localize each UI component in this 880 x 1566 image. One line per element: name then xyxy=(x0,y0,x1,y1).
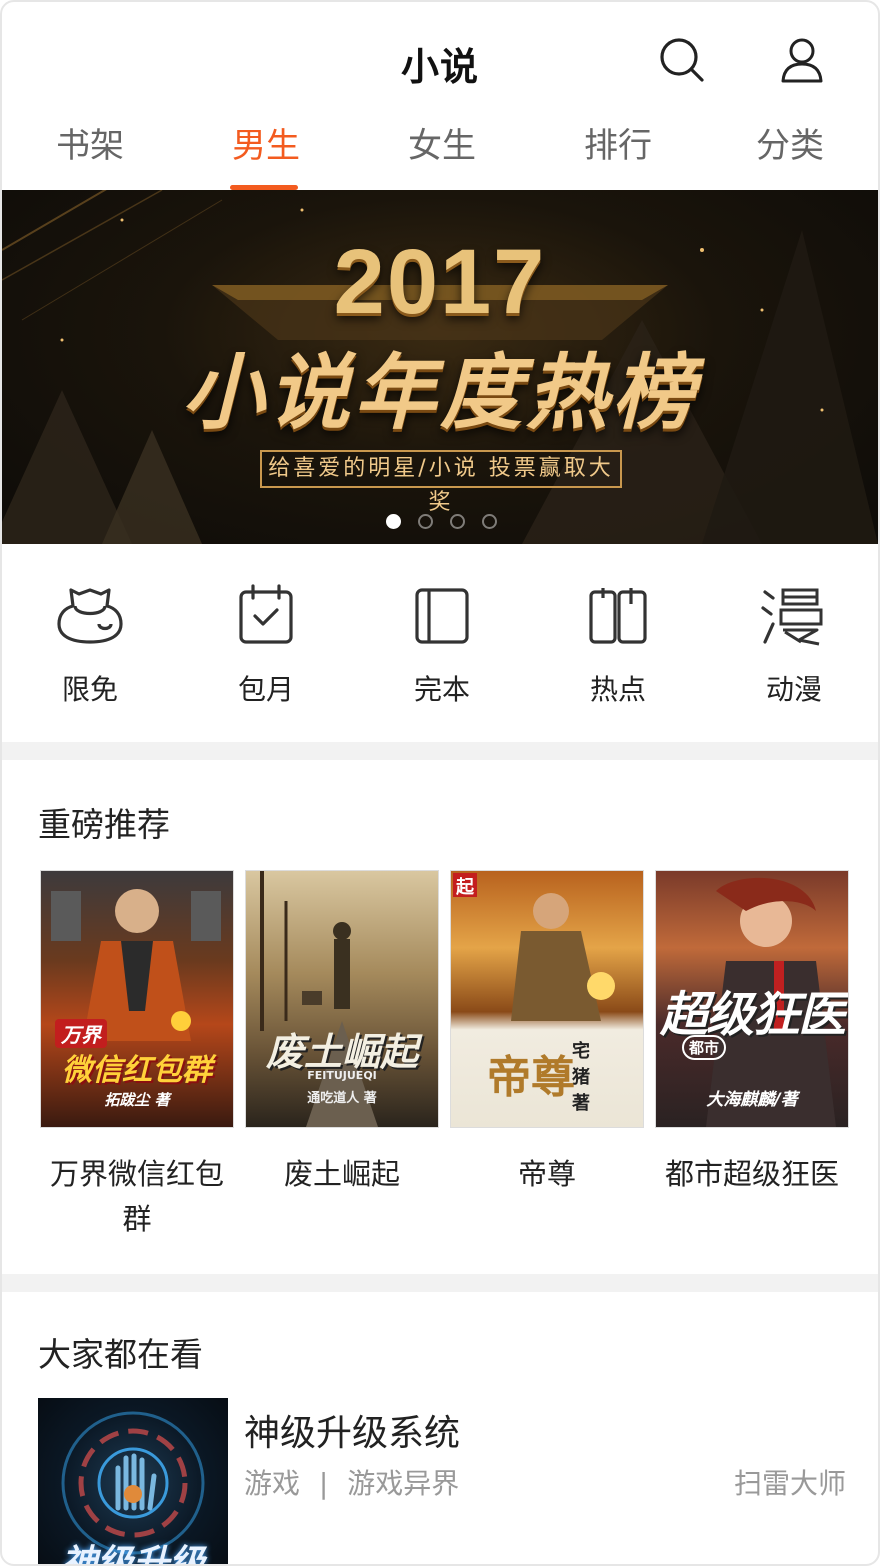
user-icon[interactable] xyxy=(778,36,826,84)
section-title-recommend: 重磅推荐 xyxy=(38,805,170,844)
promo-banner[interactable]: 2017 小说年度热榜 给喜爱的明星/小说 投票赢取大奖 xyxy=(2,190,878,544)
category-tabs: 书架 男生 女生 排行 分类 xyxy=(2,106,878,190)
quick-nav-complete[interactable]: 完本 xyxy=(354,584,530,714)
quick-nav: 限免 包月 完本 热点 动漫 xyxy=(2,544,878,742)
app-screen: 小说 书架 男生 女生 排行 分类 2017 小说年度热榜 给喜爱的明星/小说 … xyxy=(0,0,880,1566)
calendar-icon xyxy=(239,584,293,644)
pagination-dot[interactable] xyxy=(386,514,401,529)
banner-pagination xyxy=(386,514,506,530)
tab-ranking[interactable]: 排行 xyxy=(530,118,706,167)
book-author: 扫雷大师 xyxy=(733,1467,846,1500)
cover-author: 宅猪 著 xyxy=(572,1041,590,1114)
category-label: 游戏 xyxy=(244,1467,301,1500)
book-card[interactable]: 超级狂医 都市 大海麒麟/著 都市超级狂医 xyxy=(655,870,849,1197)
comic-icon xyxy=(761,588,823,646)
pagination-dot[interactable] xyxy=(482,514,497,529)
book-complete-icon xyxy=(415,588,469,644)
book-title[interactable]: 都市超级狂医 xyxy=(655,1152,849,1197)
cover-title: 神级升级 xyxy=(60,1543,205,1566)
list-item[interactable]: 神级升级 神级升级系统 游戏 | 游戏异界 扫雷大师 xyxy=(38,1398,846,1566)
tab-male[interactable]: 男生 xyxy=(178,118,354,167)
book-card[interactable]: 起 帝尊 宅猪 著 帝尊 xyxy=(450,870,644,1197)
book-cover[interactable]: 起 帝尊 宅猪 著 xyxy=(450,870,644,1128)
subcategory-label: 游戏异界 xyxy=(347,1467,460,1500)
book-cover[interactable]: 废土崛起 FEITUJUEQI 通吃道人 著 xyxy=(245,870,439,1128)
book-title[interactable]: 帝尊 xyxy=(450,1152,644,1197)
cover-author: 拓跋尘 著 xyxy=(104,1091,170,1109)
book-cover[interactable]: 万界 微信红包群 拓跋尘 著 xyxy=(40,870,234,1128)
cover-tag: 起 xyxy=(456,877,474,898)
banner-year: 2017 xyxy=(333,231,547,333)
quick-nav-label: 热点 xyxy=(589,673,646,706)
tab-female[interactable]: 女生 xyxy=(354,118,530,167)
tab-category[interactable]: 分类 xyxy=(702,118,878,167)
book-category: 游戏 | 游戏异界 xyxy=(244,1462,459,1502)
tab-bookshelf[interactable]: 书架 xyxy=(2,118,178,167)
cover-title: 超级狂医 xyxy=(659,987,846,1043)
book-cover[interactable]: 神级升级 xyxy=(38,1398,228,1566)
book-cover[interactable]: 超级狂医 都市 大海麒麟/著 xyxy=(655,870,849,1128)
section-divider xyxy=(2,742,878,760)
quick-nav-label: 限免 xyxy=(61,673,118,706)
section-divider xyxy=(2,1274,878,1292)
free-icon xyxy=(57,588,123,644)
cover-author: 大海麒麟/著 xyxy=(706,1090,798,1110)
quick-nav-label: 包月 xyxy=(237,673,294,706)
cover-tag: 都市 xyxy=(682,1035,726,1060)
book-title[interactable]: 神级升级系统 xyxy=(244,1404,460,1456)
page-title: 小说 xyxy=(400,45,479,89)
banner-subline: 给喜爱的明星/小说 投票赢取大奖 xyxy=(260,450,622,515)
book-card[interactable]: 万界 微信红包群 拓跋尘 著 万界微信红包群 xyxy=(40,870,234,1242)
banner-headline: 小说年度热榜 xyxy=(182,346,698,441)
cover-title: 废土崛起 xyxy=(265,1030,418,1074)
book-title[interactable]: 废土崛起 xyxy=(245,1152,439,1197)
quick-nav-label: 动漫 xyxy=(765,673,822,706)
search-icon[interactable] xyxy=(658,36,706,84)
quick-nav-monthly[interactable]: 包月 xyxy=(178,584,354,714)
hot-book-icon xyxy=(589,588,647,644)
cover-author: 通吃道人 著 xyxy=(307,1091,377,1106)
quick-nav-hot[interactable]: 热点 xyxy=(530,584,706,714)
quick-nav-free[interactable]: 限免 xyxy=(2,584,178,714)
category-separator: | xyxy=(318,1467,329,1500)
cover-tag: FEITUJUEQI xyxy=(307,1069,377,1082)
quick-nav-comic[interactable]: 动漫 xyxy=(706,584,878,714)
quick-nav-label: 完本 xyxy=(413,673,470,706)
cover-title: 微信红包群 xyxy=(62,1053,212,1088)
pagination-dot[interactable] xyxy=(450,514,465,529)
pagination-dot[interactable] xyxy=(418,514,433,529)
section-title-popular: 大家都在看 xyxy=(38,1335,203,1374)
book-title[interactable]: 万界微信红包群 xyxy=(40,1152,234,1242)
top-bar: 小说 xyxy=(2,2,878,102)
cover-tag: 万界 xyxy=(55,1019,107,1048)
book-card[interactable]: 废土崛起 FEITUJUEQI 通吃道人 著 废土崛起 xyxy=(245,870,439,1197)
